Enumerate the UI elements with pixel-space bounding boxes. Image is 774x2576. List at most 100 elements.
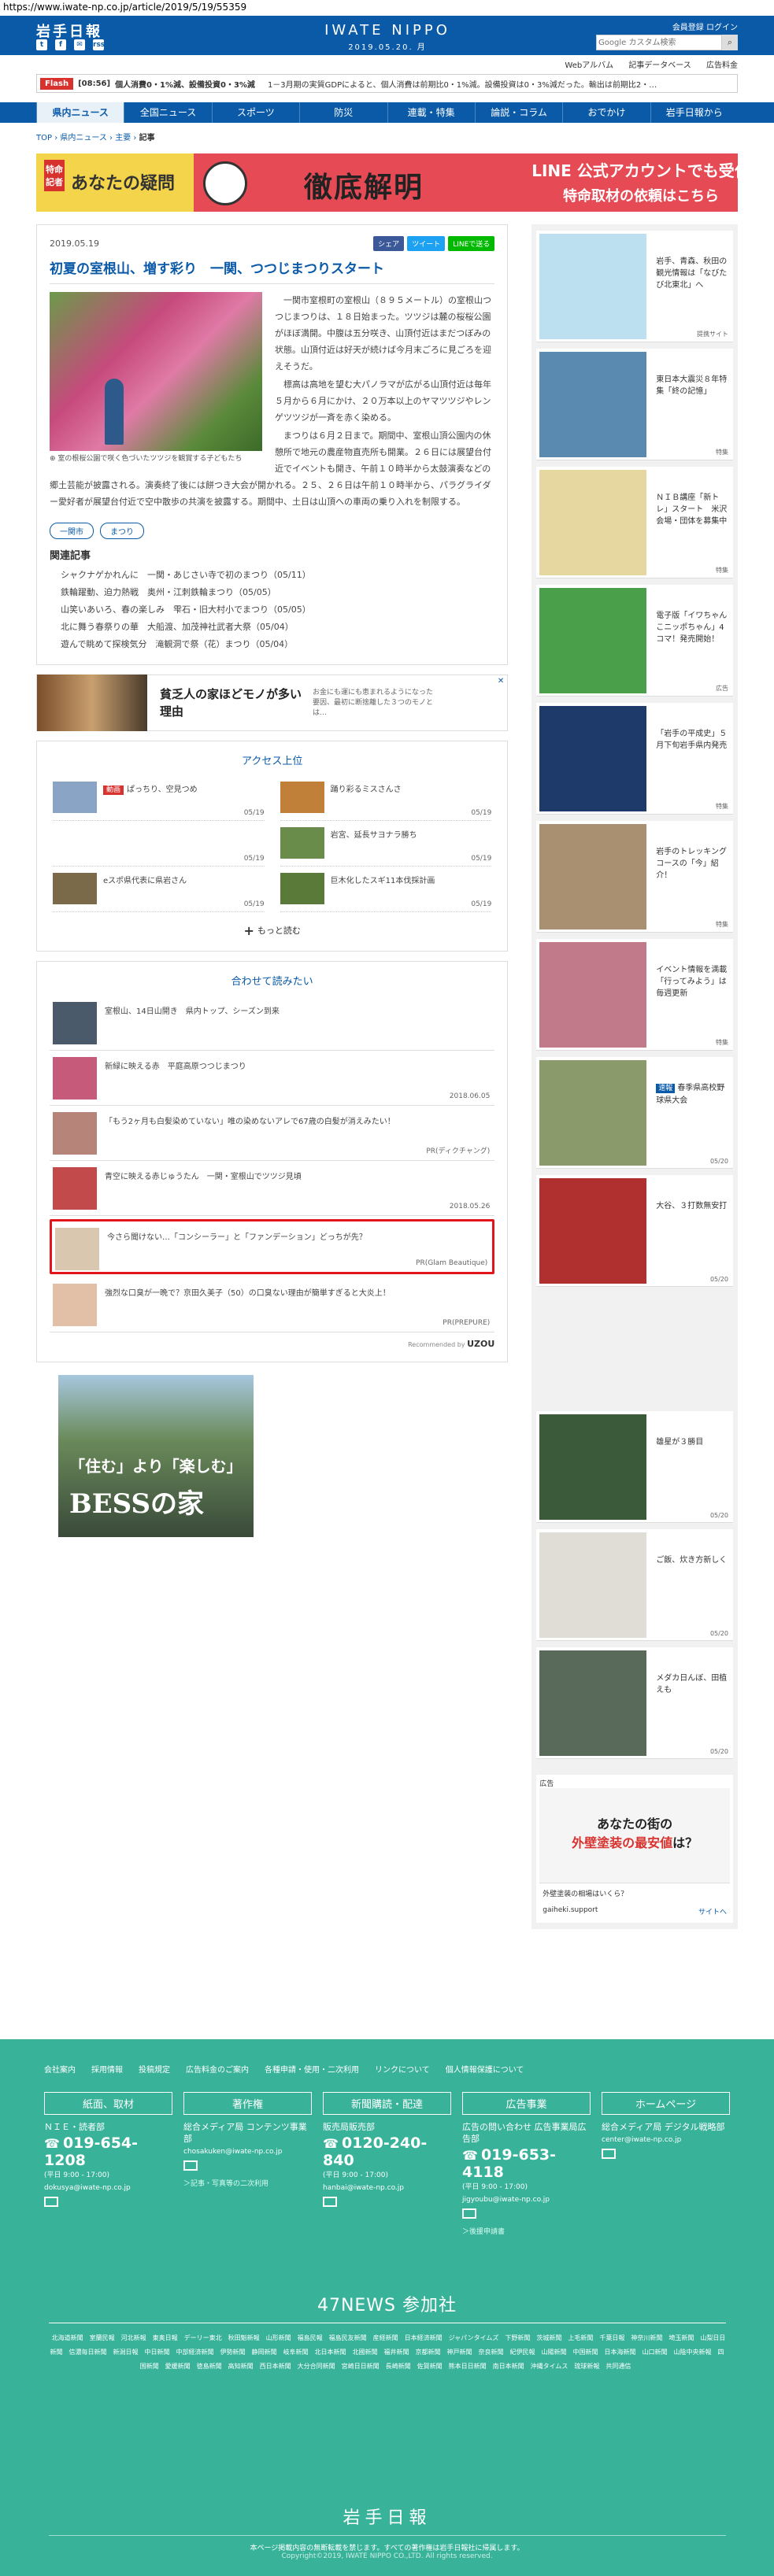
contact-email[interactable]: dokusya@iwate-np.co.jp [44,2184,172,2192]
envelope-icon[interactable] [602,2149,616,2159]
related-item[interactable]: 鉄輪躍動、迫力熱戦 奥州・江刺鉄輪まつり（05/05） [50,584,494,601]
article-photo[interactable]: ⊕ 室の根桜公園で咲く色づいたツツジを観賞する子どもたち [50,292,262,464]
partner-paper-link[interactable]: 福井新聞 [384,2349,409,2356]
contact-email[interactable]: jigyoubu@iwate-np.co.jp [462,2196,591,2204]
side-item[interactable]: メダカ日んぼ、田植えも 05/20 [536,1647,733,1759]
ranking-item[interactable]: 岩宮、延長サヨナラ勝ち 05/19 [280,821,492,867]
footer-link[interactable]: 採用情報 [91,2063,123,2075]
tag-ichinoseki[interactable]: 一関市 [50,523,94,539]
ranking-item[interactable]: 05/19 [53,821,265,867]
partner-paper-link[interactable]: 北海道新聞 [52,2334,83,2341]
nav-national-news[interactable]: 全国ニュース [124,102,211,123]
login-links[interactable]: 会員登録 ログイン [672,20,738,32]
twitter-icon[interactable]: t [36,39,47,50]
partner-paper-link[interactable]: 熊本日日新聞 [449,2363,487,2370]
partner-paper-link[interactable]: 奈良新聞 [479,2349,504,2356]
partner-paper-link[interactable]: 南日本新聞 [493,2363,524,2370]
partner-paper-link[interactable]: 福島民友新聞 [329,2334,367,2341]
rss-icon[interactable]: rss [93,39,105,50]
partner-paper-link[interactable]: 北日本新聞 [315,2349,346,2356]
partner-paper-link[interactable]: 神奈川新聞 [631,2334,662,2341]
search-input[interactable] [596,35,722,50]
partner-paper-link[interactable]: 東奥日報 [153,2334,178,2341]
ad-strip[interactable]: 貧乏人の家ほどモノが多い理由 お金にも運にも恵まれるようになった要因、最初に断捨… [36,674,509,731]
footer-logo[interactable]: 岩手日報 [0,2504,774,2529]
footer-link[interactable]: 投稿規定 [139,2063,170,2075]
side-item[interactable]: 雄星が３勝目 05/20 [536,1411,733,1523]
partner-paper-link[interactable]: 伊勢新聞 [220,2349,246,2356]
rec-item[interactable]: 強烈な口臭が一晩で？京田久美子（50）の口臭ない理由が簡単すぎると大炎上！ PR… [50,1277,495,1332]
side-item[interactable]: 電子版「イワちゃんこニッポちゃん」4コマ！発売開始！ 広告 [536,585,733,697]
partner-paper-link[interactable]: 中部経済新聞 [176,2349,214,2356]
azalea-photo[interactable] [50,292,262,451]
partner-paper-link[interactable]: ジャパンタイムズ [449,2334,499,2341]
side-item[interactable]: 岩手、青森、秋田の観光情報は「なびたび北東北」へ 提携サイト [536,231,733,342]
footer-link[interactable]: 各種申請・使用・二次利用 [265,2063,359,2075]
partner-paper-link[interactable]: 新潟日報 [113,2349,139,2356]
related-item[interactable]: 山笑いあいろ、春の楽しみ 雫石・旧大村小でまつり（05/05） [50,601,494,619]
envelope-icon[interactable] [323,2197,337,2207]
nav-sports[interactable]: スポーツ [211,102,299,123]
partner-paper-link[interactable]: 上毛新聞 [568,2334,593,2341]
tweet-button[interactable]: ツイート [407,236,446,251]
partner-paper-link[interactable]: 沖縄タイムス [531,2363,568,2370]
nav-series[interactable]: 連載・特集 [387,102,475,123]
contact-email[interactable]: center@iwate-np.co.jp [602,2136,730,2144]
ad-strip-headline[interactable]: 貧乏人の家ほどモノが多い理由 [160,686,302,720]
partner-paper-link[interactable]: 河北新報 [121,2334,146,2341]
partner-paper-link[interactable]: 産経新聞 [373,2334,398,2341]
partner-paper-link[interactable]: 千葉日報 [599,2334,624,2341]
partner-paper-link[interactable]: 西日本新聞 [260,2363,291,2370]
partner-paper-link[interactable]: 北國新聞 [353,2349,378,2356]
partner-paper-link[interactable]: 下野新聞 [505,2334,530,2341]
mail-icon[interactable]: ✉ [74,39,85,50]
partner-paper-link[interactable]: 京都新聞 [416,2349,441,2356]
partner-paper-link[interactable]: 長崎新聞 [386,2363,411,2370]
visit-site-link[interactable]: サイトへ [698,1906,727,1916]
envelope-icon[interactable] [183,2160,198,2171]
partner-paper-link[interactable]: 神戸新聞 [447,2349,472,2356]
contact-email[interactable]: chosakuken@iwate-np.co.jp [183,2148,312,2156]
partner-paper-link[interactable]: 佐賀新聞 [417,2363,443,2370]
related-item[interactable]: シャクナゲかれんに 一関・あじさい寺で初のまつり（05/11） [50,567,494,584]
subnav-ad-rates[interactable]: 広告料金 [706,61,738,70]
side-item[interactable]: 「岩手の平成史」５月下旬岩手県内発売 特集 [536,703,733,815]
rec-item-highlighted[interactable]: 今さら聞けない…「コンシーラー」と「ファンデーション」どっちが先？ PR(Gla… [50,1219,495,1274]
crumb-top[interactable]: TOP [36,134,52,142]
tag-matsuri[interactable]: まつり [100,523,144,539]
subnav-album[interactable]: Webアルバム [565,61,613,70]
partner-paper-link[interactable]: 岐阜新聞 [283,2349,309,2356]
paint-ad[interactable]: 広告 あなたの街の 外壁塗装の最安値は？ 外壁塗装の相場はいくら？ gaiheki… [536,1775,733,1923]
facebook-share-button[interactable]: シェア [373,236,405,251]
partner-paper-link[interactable]: 中日新聞 [145,2349,170,2356]
ranking-item[interactable]: 動画 ぱっちり、空見つめ 05/19 [53,775,265,821]
nav-from-iwate-nippo[interactable]: 岩手日報から [650,102,738,123]
side-item[interactable]: 大谷、３打数無安打 05/20 [536,1175,733,1287]
partner-paper-link[interactable]: 山陽新聞 [542,2349,567,2356]
partner-paper-link[interactable]: 日本経済新聞 [405,2334,443,2341]
side-item[interactable]: ＮＩＢ講座「新トレ」スタート 米沢会場・団体を募集中 特集 [536,467,733,578]
tokumei-banner[interactable]: 特命記者 あなたの疑問 徹底解明 LINE 公式アカウントでも受付 特命取材の依… [36,153,738,212]
partner-paper-link[interactable]: 山陰中央新報 [674,2349,712,2356]
side-item[interactable]: 岩手のトレッキングコースの「今」紹介！ 特集 [536,821,733,933]
nav-local-news[interactable]: 県内ニュース [36,102,124,123]
read-more-button[interactable]: + もっと読む [53,912,491,938]
side-item[interactable]: ご飯、炊き方新しく 05/20 [536,1529,733,1641]
contact-email[interactable]: hanbai@iwate-np.co.jp [323,2184,451,2192]
side-item[interactable]: イベント情報を満載「行ってみよう」は毎週更新 特集 [536,939,733,1051]
partner-paper-link[interactable]: 共同通信 [605,2363,631,2370]
partner-paper-link[interactable]: 愛媛新聞 [165,2363,191,2370]
partner-paper-link[interactable]: 徳島新聞 [197,2363,222,2370]
partner-paper-link[interactable]: 静岡新聞 [252,2349,277,2356]
partner-paper-link[interactable]: 琉球新報 [574,2363,599,2370]
nav-disaster[interactable]: 防災 [299,102,387,123]
powered-by[interactable]: Recommended by UZOU [50,1332,494,1349]
envelope-icon[interactable] [462,2208,476,2219]
partner-paper-link[interactable]: 紀伊民報 [510,2349,535,2356]
partner-paper-link[interactable]: 中国新聞 [573,2349,598,2356]
flash-body[interactable]: 1－3月期の実質GDPによると、個人消費は前期比0・1%減。設備投資は0・3%減… [268,78,657,90]
facebook-icon[interactable]: f [55,39,66,50]
related-item[interactable]: 北に舞う春祭りの華 大船渡、加茂神社武者大祭（05/04） [50,619,494,636]
crumb-major[interactable]: 主要 [115,134,131,142]
partner-paper-link[interactable]: デーリー東北 [184,2334,222,2341]
